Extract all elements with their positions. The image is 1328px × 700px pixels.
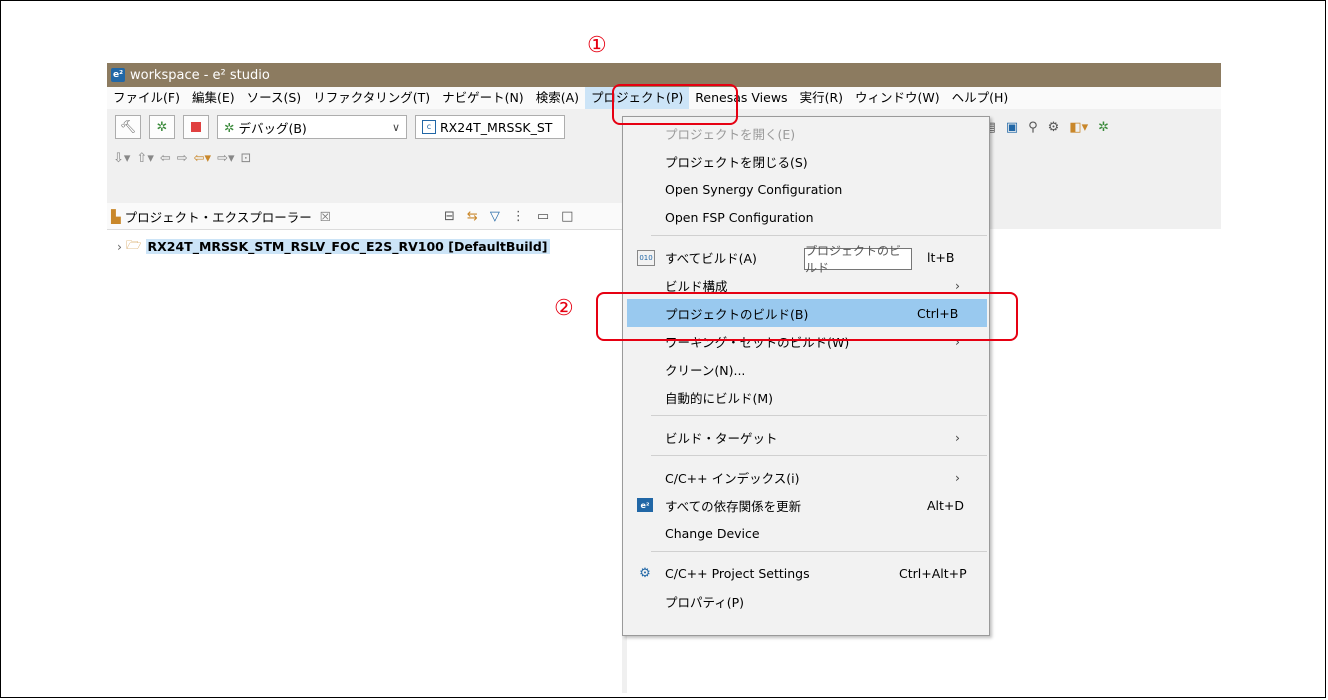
close-icon[interactable]: ☒ [320, 209, 331, 224]
project-name: RX24T_MRSSK_STM_RSLV_FOC_E2S_RV100 [Defa… [145, 239, 550, 254]
project-combo[interactable]: c RX24T_MRSSK_ST [415, 115, 565, 139]
menu-item-label: Open Synergy Configuration [665, 181, 843, 197]
forward-edit-icon[interactable]: ⇨ [177, 151, 188, 166]
pin-editor-icon[interactable]: ⊡ [241, 151, 252, 166]
menu-item-label: クリーン(N)... [665, 362, 746, 378]
project-explorer-tab[interactable]: ▙ プロジェクト・エクスプローラー ☒ ⊟ ⇆ ▽ ⋮ ▭ □ [107, 203, 622, 230]
chevron-right-icon: › [955, 277, 960, 293]
minimize-icon[interactable]: ▭ [537, 209, 549, 224]
prev-annotation-icon[interactable]: ⇧▾ [136, 151, 153, 166]
project-explorer-tree: › 🗁︎ RX24T_MRSSK_STM_RSLV_FOC_E2S_RV100 … [107, 230, 622, 693]
gear-icon[interactable]: ⚙ [1048, 120, 1060, 135]
menu-item-build-targets[interactable]: ビルド・ターゲット › [637, 423, 987, 451]
menu-item-auto-build[interactable]: 自動的にビルド(M) [637, 383, 987, 411]
run-icon[interactable]: ✲ [1098, 120, 1109, 135]
menu-item-clean[interactable]: クリーン(N)... [637, 355, 987, 383]
step-2-highlight [596, 292, 1018, 341]
window-title: workspace - e² studio [130, 67, 270, 83]
bug-icon: ✲ [224, 119, 235, 135]
menu-item-label: すべての依存関係を更新 [665, 498, 802, 514]
project-combo-value: RX24T_MRSSK_ST [440, 119, 553, 135]
filter-icon[interactable]: ▽ [490, 209, 500, 224]
stop-button[interactable] [183, 115, 209, 139]
menu-item-change-device[interactable]: Change Device [637, 519, 987, 547]
menu-item-label: C/C++ Project Settings [665, 565, 810, 581]
project-explorer-icon: ▙ [111, 208, 121, 224]
binary-build-icon: 010 [637, 250, 655, 266]
menu-item-index[interactable]: C/C++ インデックス(i) › [637, 463, 987, 491]
tree-item-project[interactable]: › 🗁︎ RX24T_MRSSK_STM_RSLV_FOC_E2S_RV100 … [117, 236, 550, 257]
menu-item-open-fsp[interactable]: Open FSP Configuration [637, 203, 987, 231]
menu-help[interactable]: ヘルプ(H) [946, 87, 1015, 109]
menu-item-label: C/C++ インデックス(i) [665, 470, 800, 486]
step-2-marker: ② [554, 296, 574, 321]
step-1-highlight [612, 84, 738, 125]
menu-item-label: プロジェクトを閉じる(S) [665, 154, 808, 170]
build-config-combo[interactable]: ✲ デバッグ(B) ∨ [217, 115, 407, 139]
menu-separator [651, 551, 987, 552]
menu-item-label: Change Device [665, 525, 760, 541]
menu-item-label: プロジェクトを開く(E) [665, 126, 796, 142]
menu-item-shortcut: Alt+D [927, 497, 965, 513]
chevron-right-icon: › [955, 429, 960, 445]
chevron-right-icon: › [955, 469, 960, 485]
menu-item-properties[interactable]: プロパティ(P) [637, 587, 987, 615]
hammer-icon: 🔨︎ [119, 119, 137, 135]
debug-button[interactable]: ✲ [149, 115, 175, 139]
last-edit-icon[interactable]: ⇦ [160, 151, 171, 166]
link-editor-icon[interactable]: ⇆ [467, 209, 478, 224]
project-explorer-title: プロジェクト・エクスプローラー [124, 209, 312, 225]
step-1-marker: ① [587, 33, 607, 58]
settings-icon: ⚙ [639, 565, 651, 581]
menu-item-project-settings[interactable]: ⚙ C/C++ Project Settings Ctrl+Alt+P [637, 559, 987, 587]
menu-item-update-deps[interactable]: e² すべての依存関係を更新 Alt+D [637, 491, 987, 519]
bug-icon: ✲ [156, 119, 168, 135]
menu-item-label: ビルド・ターゲット [665, 430, 778, 446]
menu-item-open-synergy[interactable]: Open Synergy Configuration [637, 175, 987, 203]
menu-item-label: すべてビルド(A) [665, 250, 757, 266]
build-tooltip: プロジェクトのビルド [804, 244, 912, 275]
menu-item-shortcut: lt+B [927, 249, 955, 265]
next-annotation-icon[interactable]: ⇩▾ [113, 151, 130, 166]
e2studio-logo-icon: e² [111, 68, 125, 82]
menu-item-label: 自動的にビルド(M) [665, 390, 774, 406]
menu-separator [651, 235, 987, 236]
menu-item-shortcut: Ctrl+Alt+P [899, 565, 967, 581]
forward-icon[interactable]: ⇨▾ [217, 151, 234, 166]
menu-window[interactable]: ウィンドウ(W) [849, 87, 946, 109]
maximize-icon[interactable]: □ [561, 209, 573, 224]
search-icon[interactable]: ⚲ [1028, 120, 1038, 135]
menu-navigate[interactable]: ナビゲート(N) [436, 87, 530, 109]
menu-source[interactable]: ソース(S) [241, 87, 308, 109]
menu-run[interactable]: 実行(R) [794, 87, 849, 109]
chevron-right-icon[interactable]: › [117, 239, 122, 254]
plugin-icon[interactable]: ◧▾ [1069, 120, 1088, 135]
stop-icon [191, 122, 201, 132]
build-config-value: デバッグ(B) [238, 120, 307, 136]
menu-file[interactable]: ファイル(F) [107, 87, 186, 109]
menu-item-label: Open FSP Configuration [665, 209, 814, 225]
project-folder-icon: 🗁︎ [126, 237, 142, 252]
c-project-icon: c [422, 120, 436, 134]
chevron-down-icon: ∨ [391, 120, 400, 134]
menu-separator [651, 455, 987, 456]
menu-item-close-project[interactable]: プロジェクトを閉じる(S) [637, 147, 987, 175]
explorer-tools: ⊟ ⇆ ▽ ⋮ ▭ □ [444, 209, 573, 224]
menu-search[interactable]: 検索(A) [530, 87, 585, 109]
monitor-icon[interactable]: ▣ [1006, 120, 1018, 135]
collapse-all-icon[interactable]: ⊟ [444, 209, 455, 224]
menu-refactor[interactable]: リファクタリング(T) [307, 87, 436, 109]
back-icon[interactable]: ⇦▾ [194, 151, 211, 166]
e2-icon: e² [637, 498, 653, 512]
project-menu-dropdown: プロジェクトを開く(E) プロジェクトを閉じる(S) Open Synergy … [622, 116, 990, 636]
build-hammer-button[interactable]: 🔨︎ [115, 115, 141, 139]
menu-separator [651, 415, 987, 416]
view-menu-icon[interactable]: ⋮ [512, 209, 525, 224]
menu-item-label: プロパティ(P) [665, 594, 745, 610]
menu-edit[interactable]: 編集(E) [186, 87, 241, 109]
